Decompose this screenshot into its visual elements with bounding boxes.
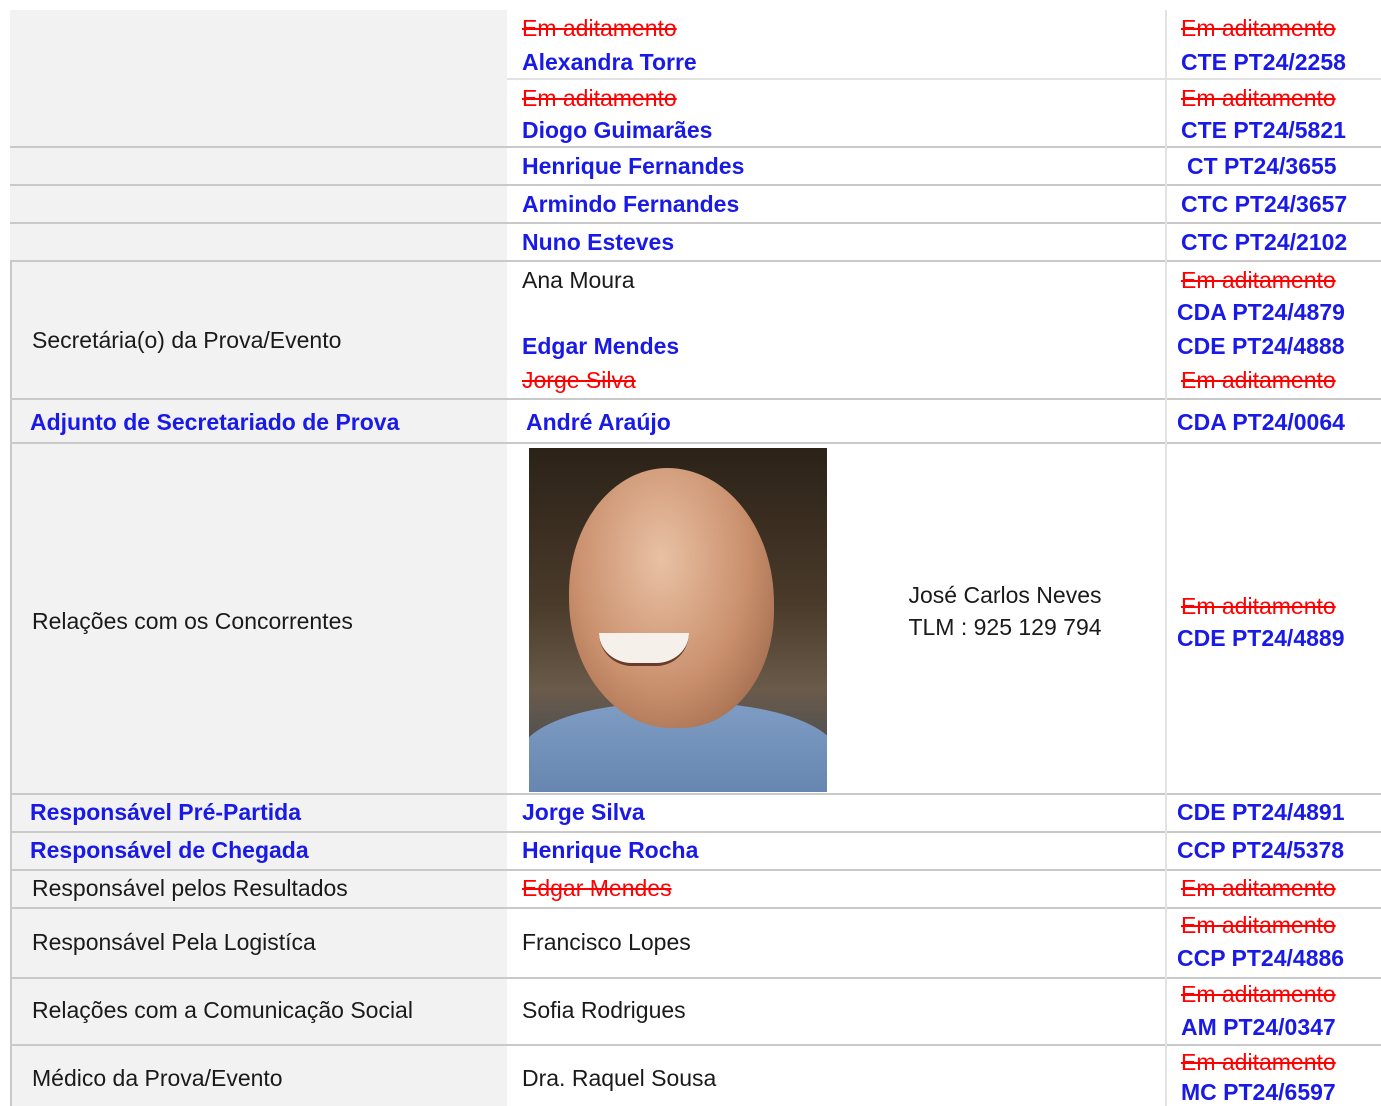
row-divider bbox=[10, 260, 1381, 262]
license-code: CTE PT24/5821 bbox=[1181, 117, 1346, 143]
official-name: Nuno Esteves bbox=[522, 229, 675, 255]
officials-table: Em aditamento Alexandra Torre Em aditame… bbox=[0, 0, 1381, 1106]
struck-status: Em aditamento bbox=[1181, 85, 1336, 111]
struck-status: Em aditamento bbox=[1181, 912, 1336, 938]
row-divider bbox=[10, 442, 1381, 444]
license-code: CTC PT24/3657 bbox=[1181, 191, 1348, 217]
license-code: CDE PT24/4891 bbox=[1177, 799, 1345, 825]
role-label: Adjunto de Secretariado de Prova bbox=[30, 409, 400, 435]
license-code: CTC PT24/2102 bbox=[1181, 229, 1348, 255]
photo-head bbox=[569, 468, 774, 728]
row-divider bbox=[10, 184, 1381, 186]
role-label: Responsável Pré-Partida bbox=[30, 799, 302, 825]
struck-status: Em aditamento bbox=[1181, 1049, 1336, 1075]
contact-phone: TLM : 925 129 794 bbox=[908, 614, 1102, 640]
row-divider bbox=[10, 907, 1381, 909]
role-label: Responsável de Chegada bbox=[30, 837, 309, 863]
official-name: Edgar Mendes bbox=[522, 333, 680, 359]
role-label: Responsável Pela Logistíca bbox=[32, 929, 316, 955]
license-code: CDE PT24/4889 bbox=[1177, 625, 1345, 651]
role-label: Responsável pelos Resultados bbox=[32, 875, 348, 901]
row-divider bbox=[10, 222, 1381, 224]
official-photo bbox=[529, 448, 827, 792]
struck-status: Em aditamento bbox=[1181, 15, 1336, 41]
contact-name: José Carlos Neves bbox=[908, 582, 1102, 608]
struck-status: Em aditamento bbox=[1181, 267, 1336, 293]
official-name: Ana Moura bbox=[522, 267, 635, 293]
official-name: André Araújo bbox=[526, 409, 671, 435]
struck-status: Edgar Mendes bbox=[522, 875, 672, 901]
struck-status: Em aditamento bbox=[1181, 981, 1336, 1007]
role-label: Médico da Prova/Evento bbox=[32, 1065, 283, 1091]
license-code: CT PT24/3655 bbox=[1187, 153, 1337, 179]
row-divider bbox=[10, 398, 1381, 400]
row-divider bbox=[10, 1044, 1381, 1046]
official-name: Francisco Lopes bbox=[522, 929, 691, 955]
official-name: Diogo Guimarães bbox=[522, 117, 713, 143]
struck-status: Em aditamento bbox=[1181, 593, 1336, 619]
official-name: Jorge Silva bbox=[522, 799, 645, 825]
official-name: Armindo Fernandes bbox=[522, 191, 740, 217]
license-code: CCP PT24/4886 bbox=[1177, 945, 1345, 971]
official-name: Henrique Fernandes bbox=[522, 153, 745, 179]
row-divider bbox=[10, 869, 1381, 871]
struck-status: Jorge Silva bbox=[522, 367, 636, 393]
role-label: Secretária(o) da Prova/Evento bbox=[32, 327, 342, 353]
struck-status: Em aditamento bbox=[522, 15, 677, 41]
license-code: AM PT24/0347 bbox=[1181, 1014, 1336, 1040]
column-divider bbox=[10, 260, 12, 1106]
license-code: CDA PT24/4879 bbox=[1177, 299, 1345, 325]
license-code: MC PT24/6597 bbox=[1181, 1079, 1336, 1105]
row-divider bbox=[10, 793, 1381, 795]
official-name: Henrique Rocha bbox=[522, 837, 699, 863]
official-name: Dra. Raquel Sousa bbox=[522, 1065, 717, 1091]
license-code: CTE PT24/2258 bbox=[1181, 49, 1346, 75]
row-divider bbox=[10, 977, 1381, 979]
column-divider bbox=[1165, 10, 1167, 1106]
official-name: Alexandra Torre bbox=[522, 49, 697, 75]
struck-status: Em aditamento bbox=[1181, 875, 1336, 901]
role-label: Relações com os Concorrentes bbox=[32, 608, 353, 634]
license-code: CDE PT24/4888 bbox=[1177, 333, 1345, 359]
row-divider bbox=[10, 146, 1381, 148]
official-name: Sofia Rodrigues bbox=[522, 997, 686, 1023]
row-divider bbox=[10, 831, 1381, 833]
row-divider bbox=[507, 78, 1381, 80]
license-code: CDA PT24/0064 bbox=[1177, 409, 1345, 435]
struck-status: Em aditamento bbox=[522, 85, 677, 111]
struck-status: Em aditamento bbox=[1181, 367, 1336, 393]
license-code: CCP PT24/5378 bbox=[1177, 837, 1345, 863]
role-label: Relações com a Comunicação Social bbox=[32, 997, 413, 1023]
